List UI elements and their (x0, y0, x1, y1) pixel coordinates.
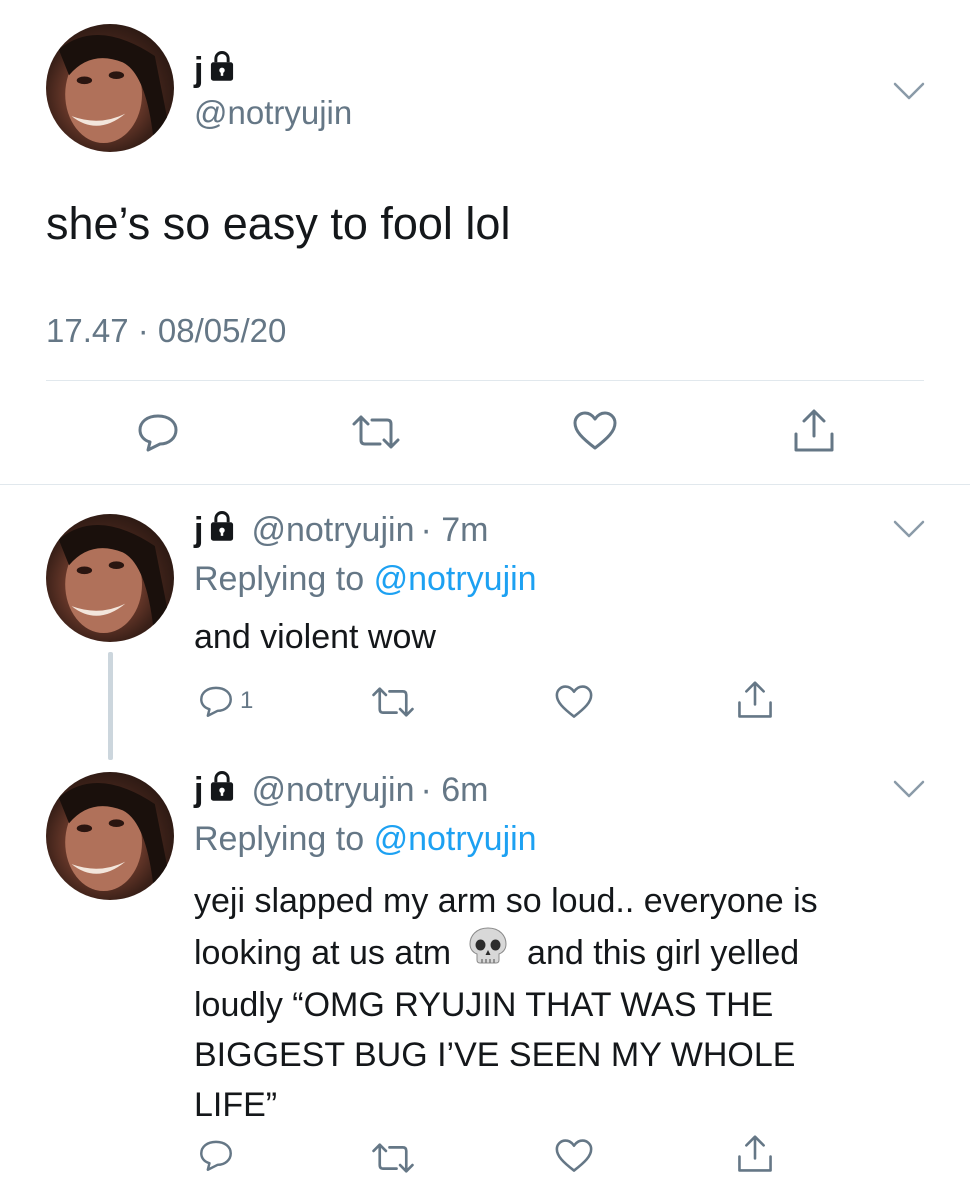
reply-text: yeji slapped my arm so loud.. everyone i… (194, 876, 818, 1130)
reply-text-line: yeji slapped my arm so loud.. everyone i… (194, 882, 818, 920)
reply-text-line: LIFE” (194, 1086, 278, 1124)
share-icon[interactable] (736, 680, 774, 720)
replying-to-line: Replying to @notryujin (194, 820, 537, 859)
replying-to-link[interactable]: @notryujin (374, 560, 537, 598)
section-divider (0, 484, 970, 485)
chevron-down-icon[interactable] (892, 778, 926, 800)
chevron-down-icon[interactable] (892, 518, 926, 540)
like-icon[interactable] (572, 410, 618, 452)
retweet-icon[interactable] (350, 414, 402, 450)
display-name[interactable]: j (194, 51, 203, 90)
reply-text: and violent wow (194, 618, 436, 656)
lock-icon (207, 50, 237, 91)
reply-time: · 6m (420, 771, 489, 809)
reply-text-line: looking at us atm and this girl yelled (194, 926, 818, 980)
retweet-icon[interactable] (370, 1142, 416, 1174)
display-name[interactable]: j (194, 771, 203, 810)
reply-text-segment: and this girl yelled (527, 934, 800, 972)
avatar[interactable] (46, 24, 174, 152)
lock-icon (207, 510, 237, 551)
tweet-text: she’s so easy to fool lol (46, 198, 511, 249)
reply-time: · 7m (420, 511, 489, 549)
reply-header: j @notryujin · 6m (194, 770, 488, 811)
like-icon[interactable] (554, 684, 594, 720)
avatar[interactable] (46, 514, 174, 642)
skull-emoji (467, 926, 509, 980)
share-icon[interactable] (736, 1134, 774, 1174)
reply-button[interactable]: 1 (198, 684, 253, 718)
reply-text-line: BIGGEST BUG I’VE SEEN MY WHOLE (194, 1036, 796, 1074)
reply-text-line: loudly “OMG RYUJIN THAT WAS THE (194, 986, 774, 1024)
replying-to-link[interactable]: @notryujin (374, 820, 537, 858)
replying-to-label: Replying to (194, 820, 365, 858)
lock-icon (207, 770, 237, 811)
handle[interactable]: @notryujin (251, 511, 414, 550)
replying-to-label: Replying to (194, 560, 365, 598)
retweet-icon[interactable] (370, 686, 416, 718)
reply-text-segment: looking at us atm (194, 934, 452, 972)
display-name-row: j (194, 50, 237, 91)
like-icon[interactable] (554, 1138, 594, 1174)
reply-header: j @notryujin · 7m (194, 510, 488, 551)
reply-count: 1 (240, 687, 254, 714)
handle[interactable]: @notryujin (251, 771, 414, 810)
timestamp: 17.47 · 08/05/20 (46, 312, 287, 349)
display-name[interactable]: j (194, 511, 203, 550)
divider (46, 380, 924, 381)
handle[interactable]: @notryujin (194, 94, 352, 132)
chevron-down-icon[interactable] (892, 80, 926, 102)
reply-icon[interactable] (198, 1138, 234, 1172)
reply-icon[interactable] (136, 412, 180, 452)
reply-icon (198, 684, 234, 718)
share-icon[interactable] (792, 408, 836, 454)
replying-to-line: Replying to @notryujin (194, 560, 537, 599)
avatar[interactable] (46, 772, 174, 900)
thread-line (108, 652, 113, 760)
